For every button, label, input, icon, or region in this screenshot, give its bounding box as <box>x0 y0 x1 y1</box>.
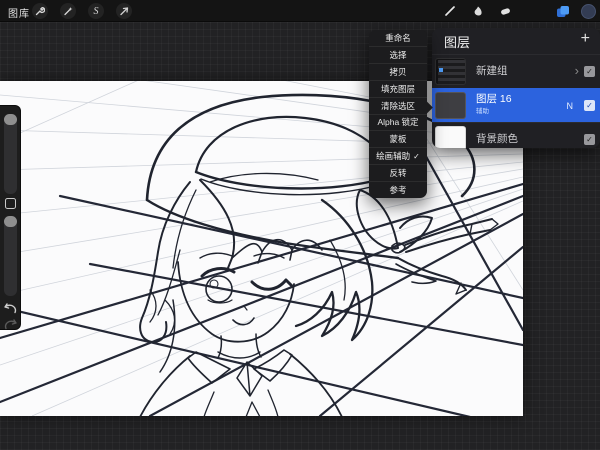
brush-opacity-slider[interactable] <box>4 216 17 296</box>
actions-wrench-icon[interactable] <box>32 3 48 19</box>
selection-icon[interactable]: S <box>88 3 104 19</box>
visibility-checkbox[interactable]: ✓ <box>584 134 595 145</box>
gallery-button[interactable]: 图库 <box>8 5 30 20</box>
menu-item-reference[interactable]: 参考 <box>369 182 427 198</box>
eraser-icon[interactable] <box>497 3 513 19</box>
menu-item-clear-selection[interactable]: 清除选区 <box>369 98 427 115</box>
modify-button[interactable] <box>5 198 16 209</box>
layers-panel-title: 图层 <box>444 32 470 51</box>
brush-sidebar <box>0 105 21 330</box>
background-thumbnail <box>435 126 466 148</box>
procreate-workspace: { "toolbar": { "gallery_label": "图库", "s… <box>0 0 600 450</box>
add-layer-button[interactable]: + <box>581 30 590 48</box>
layer-row-group[interactable]: 新建组 › ✓ <box>432 54 600 88</box>
menu-item-mask[interactable]: 蒙板 <box>369 131 427 148</box>
layer-assist-badge: 辅助 <box>476 106 512 117</box>
sketch-perspective-lines <box>0 110 523 416</box>
brush-opacity-handle[interactable] <box>4 216 17 227</box>
layers-icon[interactable] <box>555 3 571 19</box>
layer-name: 图层 16 <box>476 94 512 105</box>
brush-size-handle[interactable] <box>4 114 17 125</box>
layer-name: 背景颜色 <box>476 134 518 145</box>
transform-arrow-icon[interactable] <box>116 3 132 19</box>
visibility-checkbox[interactable]: ✓ <box>584 66 595 77</box>
check-icon: ✓ <box>413 152 420 161</box>
menu-item-invert[interactable]: 反转 <box>369 165 427 182</box>
chevron-right-icon[interactable]: › <box>575 63 579 78</box>
layer-name: 新建组 <box>476 66 508 77</box>
adjustments-wand-icon[interactable] <box>60 3 76 19</box>
undo-icon[interactable] <box>3 302 18 315</box>
visibility-checkbox[interactable]: ✓ <box>584 100 595 111</box>
redo-icon[interactable] <box>3 318 18 331</box>
brush-icon[interactable] <box>442 3 458 19</box>
menu-item-alpha-lock[interactable]: Alpha 锁定 <box>369 115 427 132</box>
menu-item-rename[interactable]: 重命名 <box>369 30 427 47</box>
menu-item-select[interactable]: 选择 <box>369 47 427 64</box>
layer-row-background[interactable]: 背景颜色 ✓ <box>432 122 600 148</box>
brush-size-slider[interactable] <box>4 114 17 194</box>
smudge-icon[interactable] <box>470 3 486 19</box>
group-thumbnail <box>435 58 466 85</box>
top-toolbar: 图库 S <box>0 0 600 22</box>
layer-context-menu: 重命名 选择 拷贝 填充图层 清除选区 Alpha 锁定 蒙板 绘画辅助 ✓ 反… <box>369 30 427 198</box>
layer-thumbnail <box>435 92 466 119</box>
layers-panel-header: 图层 + <box>432 28 600 54</box>
menu-item-fill-layer[interactable]: 填充图层 <box>369 81 427 98</box>
menu-item-drawing-assist[interactable]: 绘画辅助 ✓ <box>369 148 427 165</box>
blend-mode-button[interactable]: N <box>567 101 574 111</box>
layer-row-selected[interactable]: 图层 16 辅助 N ✓ <box>432 88 600 122</box>
layers-panel: 图层 + 新建组 › ✓ 图层 16 辅助 N ✓ 背景颜色 ✓ <box>432 28 600 148</box>
color-swatch[interactable] <box>580 3 596 19</box>
menu-item-copy[interactable]: 拷贝 <box>369 64 427 81</box>
